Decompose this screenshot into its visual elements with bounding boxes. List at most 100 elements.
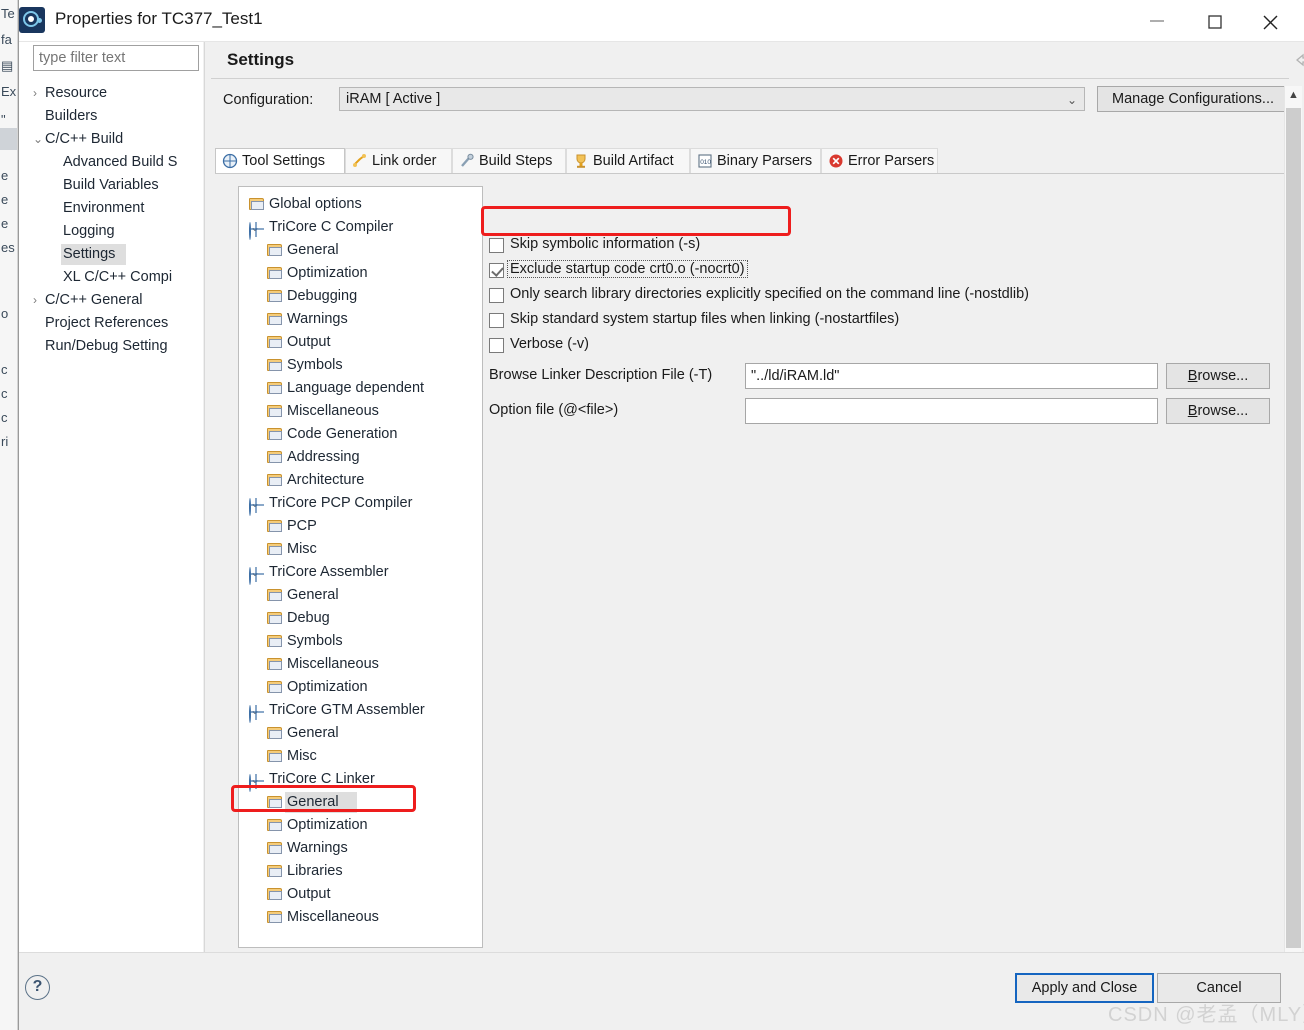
tab-error-parsers[interactable]: Error Parsers [821, 148, 938, 174]
tab-underline [215, 173, 1285, 174]
tool-tree-item-symbols[interactable]: Symbols [239, 354, 482, 377]
sidebar-item-advanced-build-s[interactable]: Advanced Build S [19, 151, 203, 174]
tool-tree-item-output[interactable]: Output [239, 883, 482, 906]
tool-tree-item-optimization[interactable]: Optimization [239, 262, 482, 285]
linker-general-options: Skip symbolic information (-s) Exclude st… [489, 186, 1289, 948]
tool-tree-item-label: Miscellaneous [287, 403, 379, 419]
sidebar-item-label: Settings [63, 246, 116, 262]
checkbox-unchecked-icon[interactable] [489, 288, 504, 303]
manage-configurations-button[interactable]: Manage Configurations... [1097, 86, 1289, 112]
checkbox-unchecked-icon[interactable] [489, 238, 504, 253]
browse-button[interactable]: Browse... [1166, 398, 1270, 424]
tab-build-steps[interactable]: Build Steps [452, 148, 566, 174]
sidebar-item-builders[interactable]: Builders [19, 105, 203, 128]
checkbox-unchecked-icon[interactable] [489, 338, 504, 353]
sidebar-item-project-references[interactable]: Project References [19, 312, 203, 335]
sidebar-item-environment[interactable]: Environment [19, 197, 203, 220]
tool-tree-item-tricore-gtm-assembler[interactable]: ⌄TriCore GTM Assembler [239, 699, 482, 723]
sidebar-item-run-debug-setting[interactable]: Run/Debug Setting [19, 335, 203, 358]
tool-tree-item-debugging[interactable]: Debugging [239, 285, 482, 308]
browse-button[interactable]: Browse... [1166, 363, 1270, 389]
option-file-input[interactable] [745, 398, 1158, 424]
tab-tool-settings[interactable]: Tool Settings [215, 148, 345, 174]
tool-tree-item-label: PCP [287, 518, 317, 534]
close-button[interactable] [1248, 0, 1294, 42]
tool-tree-item-tricore-c-linker[interactable]: ⌄TriCore C Linker [239, 768, 482, 792]
sidebar-item-c-c-general[interactable]: › C/C++ General [19, 289, 203, 312]
tool-tree-item-label: Debug [287, 610, 330, 626]
tool-tree-item-label: Architecture [287, 472, 365, 488]
tool-tree-item-optimization[interactable]: Optimization [239, 814, 482, 837]
background-editor-strip: Te fa ▤ Ex " e e e es o c c c ri [0, 0, 18, 1030]
tool-tree-item-pcp[interactable]: PCP [239, 515, 482, 538]
sidebar-item-label: Logging [63, 223, 115, 239]
content-scroll-thumb[interactable] [1286, 108, 1301, 948]
tool-tree-item-output[interactable]: Output [239, 331, 482, 354]
tool-tree-item-miscellaneous[interactable]: Miscellaneous [239, 400, 482, 423]
tool-tree-item-general[interactable]: General [239, 722, 482, 745]
background-text-fragment: " [1, 112, 6, 127]
chevron-right-icon[interactable]: › [33, 82, 37, 105]
content-vertical-scrollbar[interactable]: ▲ ▼ [1284, 86, 1302, 986]
configuration-combo[interactable]: iRAM [ Active ] ⌄ [339, 87, 1085, 111]
tool-tree-item-miscellaneous[interactable]: Miscellaneous [239, 906, 482, 929]
scroll-up-arrow[interactable]: ▲ [1285, 86, 1302, 104]
tool-tree-item-code-generation[interactable]: Code Generation [239, 423, 482, 446]
tool-tree-item-warnings[interactable]: Warnings [239, 837, 482, 860]
tool-tree-item-general[interactable]: General [239, 791, 482, 814]
settings-content: Settings Configuration: iRAM [ Active] … [205, 42, 1304, 986]
checkbox-label: Verbose (-v) [510, 336, 589, 352]
checkbox-label: Exclude startup code crt0.o (-nocrt0) [507, 260, 748, 278]
sidebar-item-label: Builders [45, 108, 98, 124]
sidebar-item-build-variables[interactable]: Build Variables [19, 174, 203, 197]
checkbox-unchecked-icon[interactable] [489, 313, 504, 328]
background-text-fragment: es [1, 240, 15, 255]
help-icon[interactable]: ? [25, 975, 50, 1000]
tool-tree-item-general[interactable]: General [239, 239, 482, 262]
tool-tree-item-symbols[interactable]: Symbols [239, 630, 482, 653]
tool-tree-item-misc[interactable]: Misc [239, 745, 482, 768]
linker-description-file-input[interactable] [745, 363, 1158, 389]
tool-tree-item-warnings[interactable]: Warnings [239, 308, 482, 331]
tab-binary-parsers[interactable]: 010 Binary Parsers [690, 148, 821, 174]
binary-icon: 010 [697, 153, 713, 178]
tab-build-artifact[interactable]: Build Artifact [566, 148, 690, 174]
tool-tree-item-global-options[interactable]: Global options [239, 193, 482, 216]
chevron-down-icon[interactable]: ⌄ [33, 128, 43, 151]
tool-tree-item-misc[interactable]: Misc [239, 538, 482, 561]
sidebar-item-label: Project References [45, 315, 169, 331]
tool-tree-item-general[interactable]: General [239, 584, 482, 607]
properties-sidebar: ›Resource Builders ⌄C/C++ BuildAdvanced Bu… [19, 42, 203, 994]
tool-tree-item-debug[interactable]: Debug [239, 607, 482, 630]
maximize-button[interactable] [1193, 0, 1239, 42]
tool-settings-tree[interactable]: Global options ⌄TriCore C Compiler General… [238, 186, 483, 948]
back-arrow-icon[interactable] [1295, 52, 1304, 73]
tool-tree-item-addressing[interactable]: Addressing [239, 446, 482, 469]
tab-label: Tool Settings [242, 153, 326, 169]
sidebar-item-resource[interactable]: › Resource [19, 82, 203, 105]
minimize-button[interactable] [1135, 0, 1181, 42]
sidebar-item-xl-c-c-compi[interactable]: XL C/C++ Compi [19, 266, 203, 289]
tool-tree-item-label: TriCore C Compiler [269, 219, 394, 235]
tool-tree-item-miscellaneous[interactable]: Miscellaneous [239, 653, 482, 676]
tool-tree-item-libraries[interactable]: Libraries [239, 860, 482, 883]
field-label: Option file (@<file>) [489, 402, 619, 418]
tool-tree-item-label: Miscellaneous [287, 909, 379, 925]
checkbox-checked-icon[interactable] [489, 263, 504, 278]
sidebar-item-settings[interactable]: Settings [19, 243, 203, 266]
sidebar-item-c-c-build[interactable]: ⌄ C/C++ Build [19, 128, 203, 151]
sidebar-item-logging[interactable]: Logging [19, 220, 203, 243]
tool-tree-item-language-dependent[interactable]: Language dependent [239, 377, 482, 400]
tab-link-order[interactable]: Link order [345, 148, 452, 174]
tool-tree-item-optimization[interactable]: Optimization [239, 676, 482, 699]
tool-tree-item-tricore-assembler[interactable]: ⌄TriCore Assembler [239, 561, 482, 585]
title-divider [211, 78, 1289, 79]
tool-tree-item-architecture[interactable]: Architecture [239, 469, 482, 492]
tool-tree-item-tricore-c-compiler[interactable]: ⌄TriCore C Compiler [239, 216, 482, 240]
tool-tree-item-tricore-pcp-compiler[interactable]: ⌄TriCore PCP Compiler [239, 492, 482, 516]
tool-tree-item-label: Output [287, 886, 331, 902]
tool-tree-item-label: Misc [287, 541, 317, 557]
filter-input[interactable] [33, 45, 199, 71]
build-steps-icon [459, 153, 475, 178]
chevron-right-icon[interactable]: › [33, 289, 37, 312]
